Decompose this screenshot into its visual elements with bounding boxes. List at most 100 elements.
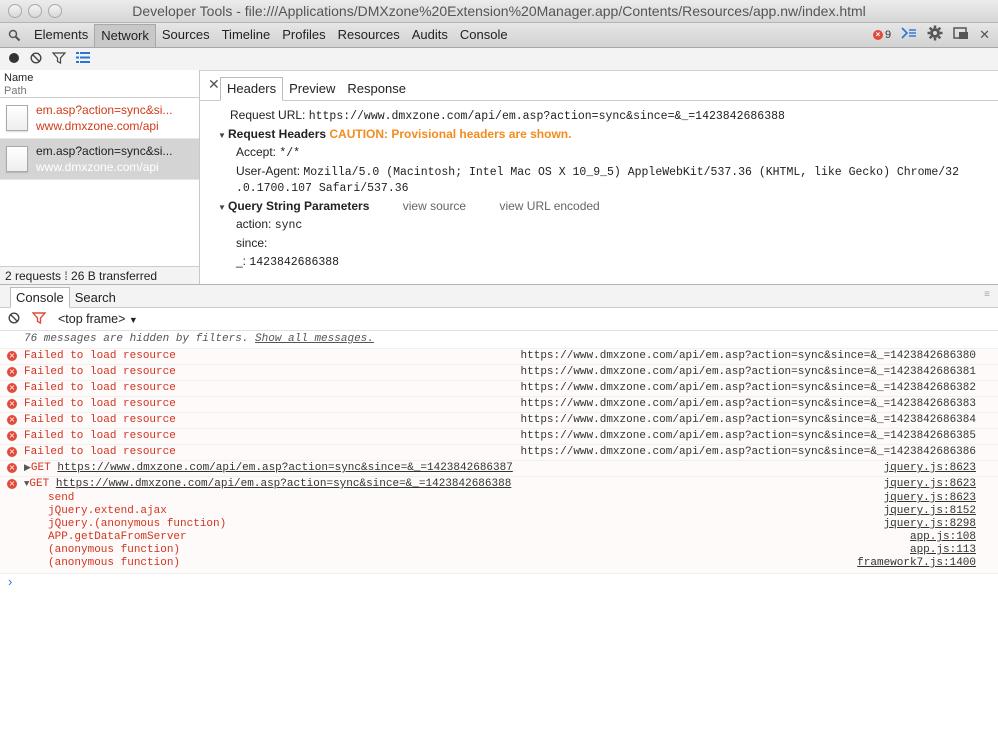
console-get-row-expanded[interactable]: × ▼GET https://www.dmxzone.com/api/em.as… <box>0 477 998 492</box>
error-icon: × <box>7 463 17 473</box>
drawer-tabs: Console Search ≡ <box>0 284 998 308</box>
error-url[interactable]: https://www.dmxzone.com/api/em.asp?actio… <box>521 413 976 428</box>
network-pane: Name Path em.asp?action=sync&si... www.d… <box>0 70 998 284</box>
source-link[interactable]: jquery.js:8623 <box>884 477 976 492</box>
expanded-triangle-icon: ▼ <box>218 202 226 212</box>
error-message: Failed to load resource <box>24 398 176 410</box>
tab-resources[interactable]: Resources <box>332 24 406 46</box>
tab-preview[interactable]: Preview <box>283 78 341 100</box>
user-agent-value-cont: .0.1700.107 Safari/537.36 <box>236 182 409 195</box>
request-row[interactable]: em.asp?action=sync&si... www.dmxzone.com… <box>0 98 199 139</box>
tab-console-drawer[interactable]: Console <box>10 287 70 308</box>
tab-network[interactable]: Network <box>94 23 156 47</box>
get-url[interactable]: https://www.dmxzone.com/api/em.asp?actio… <box>56 478 511 490</box>
tab-search[interactable]: Search <box>70 288 121 307</box>
record-icon[interactable] <box>8 52 20 67</box>
filter-icon[interactable] <box>31 311 47 327</box>
name-column-header[interactable]: Name Path <box>0 70 199 98</box>
error-url[interactable]: https://www.dmxzone.com/api/em.asp?actio… <box>521 381 976 396</box>
console-get-row-collapsed[interactable]: × ▶GET https://www.dmxzone.com/api/em.as… <box>0 461 998 477</box>
accept-label: Accept: <box>236 145 277 159</box>
source-link[interactable]: jquery.js:8623 <box>884 492 976 505</box>
source-link[interactable]: app.js:113 <box>910 544 976 557</box>
tab-console[interactable]: Console <box>454 24 514 46</box>
drawer-resize-icon[interactable]: ≡ <box>984 289 990 300</box>
error-icon: × <box>7 383 17 393</box>
minimize-window-button[interactable] <box>28 4 42 18</box>
clear-console-icon[interactable] <box>8 311 20 327</box>
tab-elements[interactable]: Elements <box>28 24 94 46</box>
get-method: GET <box>30 462 51 474</box>
tab-timeline[interactable]: Timeline <box>216 24 277 46</box>
caution-text: CAUTION: Provisional headers are shown. <box>329 126 572 141</box>
error-message: Failed to load resource <box>24 382 176 394</box>
source-link[interactable]: framework7.js:1400 <box>857 557 976 570</box>
console-error-row: × Failed to load resource https://www.dmxz… <box>0 397 998 413</box>
tab-response[interactable]: Response <box>341 78 412 100</box>
tab-audits[interactable]: Audits <box>406 24 454 46</box>
close-details-icon[interactable]: ✕ <box>208 76 220 93</box>
request-details: ✕ Headers Preview Response Request URL: … <box>200 70 998 284</box>
error-url[interactable]: https://www.dmxzone.com/api/em.asp?actio… <box>521 445 976 460</box>
stack-function: jQuery.extend.ajax <box>48 505 167 517</box>
source-link[interactable]: jquery.js:8152 <box>884 505 976 518</box>
param-value: sync <box>274 219 303 232</box>
zoom-window-button[interactable] <box>48 4 62 18</box>
document-icon <box>6 105 28 131</box>
param-key: _: <box>236 254 247 268</box>
error-message: Failed to load resource <box>24 350 176 362</box>
list-view-icon[interactable] <box>76 52 90 66</box>
close-window-button[interactable] <box>8 4 22 18</box>
clear-icon[interactable] <box>30 51 42 67</box>
console-drawer-icon[interactable] <box>901 27 917 42</box>
stack-frame: send jquery.js:8623 <box>0 492 998 505</box>
search-icon[interactable] <box>0 29 28 42</box>
column-name: Name <box>4 72 34 84</box>
request-headers-section[interactable]: ▼ Request Headers CAUTION: Provisional he… <box>218 126 959 145</box>
stack-function: (anonymous function) <box>48 544 181 556</box>
error-count-badge[interactable]: × 9 <box>872 29 891 41</box>
console-prompt-row[interactable]: › <box>0 574 998 592</box>
get-method: GET <box>29 478 50 490</box>
source-link[interactable]: jquery.js:8623 <box>884 461 976 476</box>
stack-frame: jQuery.extend.ajax jquery.js:8152 <box>0 505 998 518</box>
error-url[interactable]: https://www.dmxzone.com/api/em.asp?actio… <box>521 365 976 380</box>
source-link[interactable]: jquery.js:8298 <box>884 518 976 531</box>
error-icon: × <box>7 415 17 425</box>
error-message: Failed to load resource <box>24 446 176 458</box>
window-title: Developer Tools - file:///Applications/D… <box>132 3 866 19</box>
param-row: action: sync <box>236 216 959 235</box>
request-row-selected[interactable]: em.asp?action=sync&si... www.dmxzone.com… <box>0 139 199 180</box>
user-agent-value: Mozilla/5.0 (Macintosh; Intel Mac OS X 1… <box>303 165 959 179</box>
error-icon: × <box>7 399 17 409</box>
view-url-encoded-link[interactable]: view URL encoded <box>499 199 599 213</box>
view-source-link[interactable]: view source <box>403 199 466 213</box>
error-icon: × <box>7 367 17 377</box>
request-headers-label: Request Headers <box>228 126 327 141</box>
accept-row: Accept: */* <box>236 144 959 163</box>
error-message: Failed to load resource <box>24 414 176 426</box>
request-name: em.asp?action=sync&si... <box>36 103 173 117</box>
error-message: Failed to load resource <box>24 430 176 442</box>
console-error-row: × Failed to load resource https://www.dmxz… <box>0 381 998 397</box>
gear-icon[interactable] <box>927 25 943 44</box>
console-error-row: × Failed to load resource https://www.dmxz… <box>0 413 998 429</box>
stack-frame: (anonymous function) framework7.js:1400 <box>0 557 998 570</box>
title-bar: Developer Tools - file:///Applications/D… <box>0 0 998 23</box>
tab-profiles[interactable]: Profiles <box>276 24 331 46</box>
filter-icon[interactable] <box>51 51 67 67</box>
tab-headers[interactable]: Headers <box>220 77 284 101</box>
param-value: 1423842686388 <box>249 256 340 269</box>
dock-icon[interactable] <box>953 26 969 43</box>
error-url[interactable]: https://www.dmxzone.com/api/em.asp?actio… <box>521 349 976 364</box>
frame-select[interactable]: <top frame> ▼ <box>58 312 138 326</box>
param-row: _: 1423842686388 <box>236 253 959 272</box>
show-all-messages-link[interactable]: Show all messages. <box>255 333 374 345</box>
error-url[interactable]: https://www.dmxzone.com/api/em.asp?actio… <box>521 397 976 412</box>
source-link[interactable]: app.js:108 <box>910 531 976 544</box>
tab-sources[interactable]: Sources <box>156 24 216 46</box>
error-url[interactable]: https://www.dmxzone.com/api/em.asp?actio… <box>521 429 976 444</box>
query-params-section[interactable]: ▼ Query String Parameters view source vie… <box>218 198 959 217</box>
close-icon[interactable]: ✕ <box>979 27 990 43</box>
get-url[interactable]: https://www.dmxzone.com/api/em.asp?actio… <box>57 462 512 474</box>
